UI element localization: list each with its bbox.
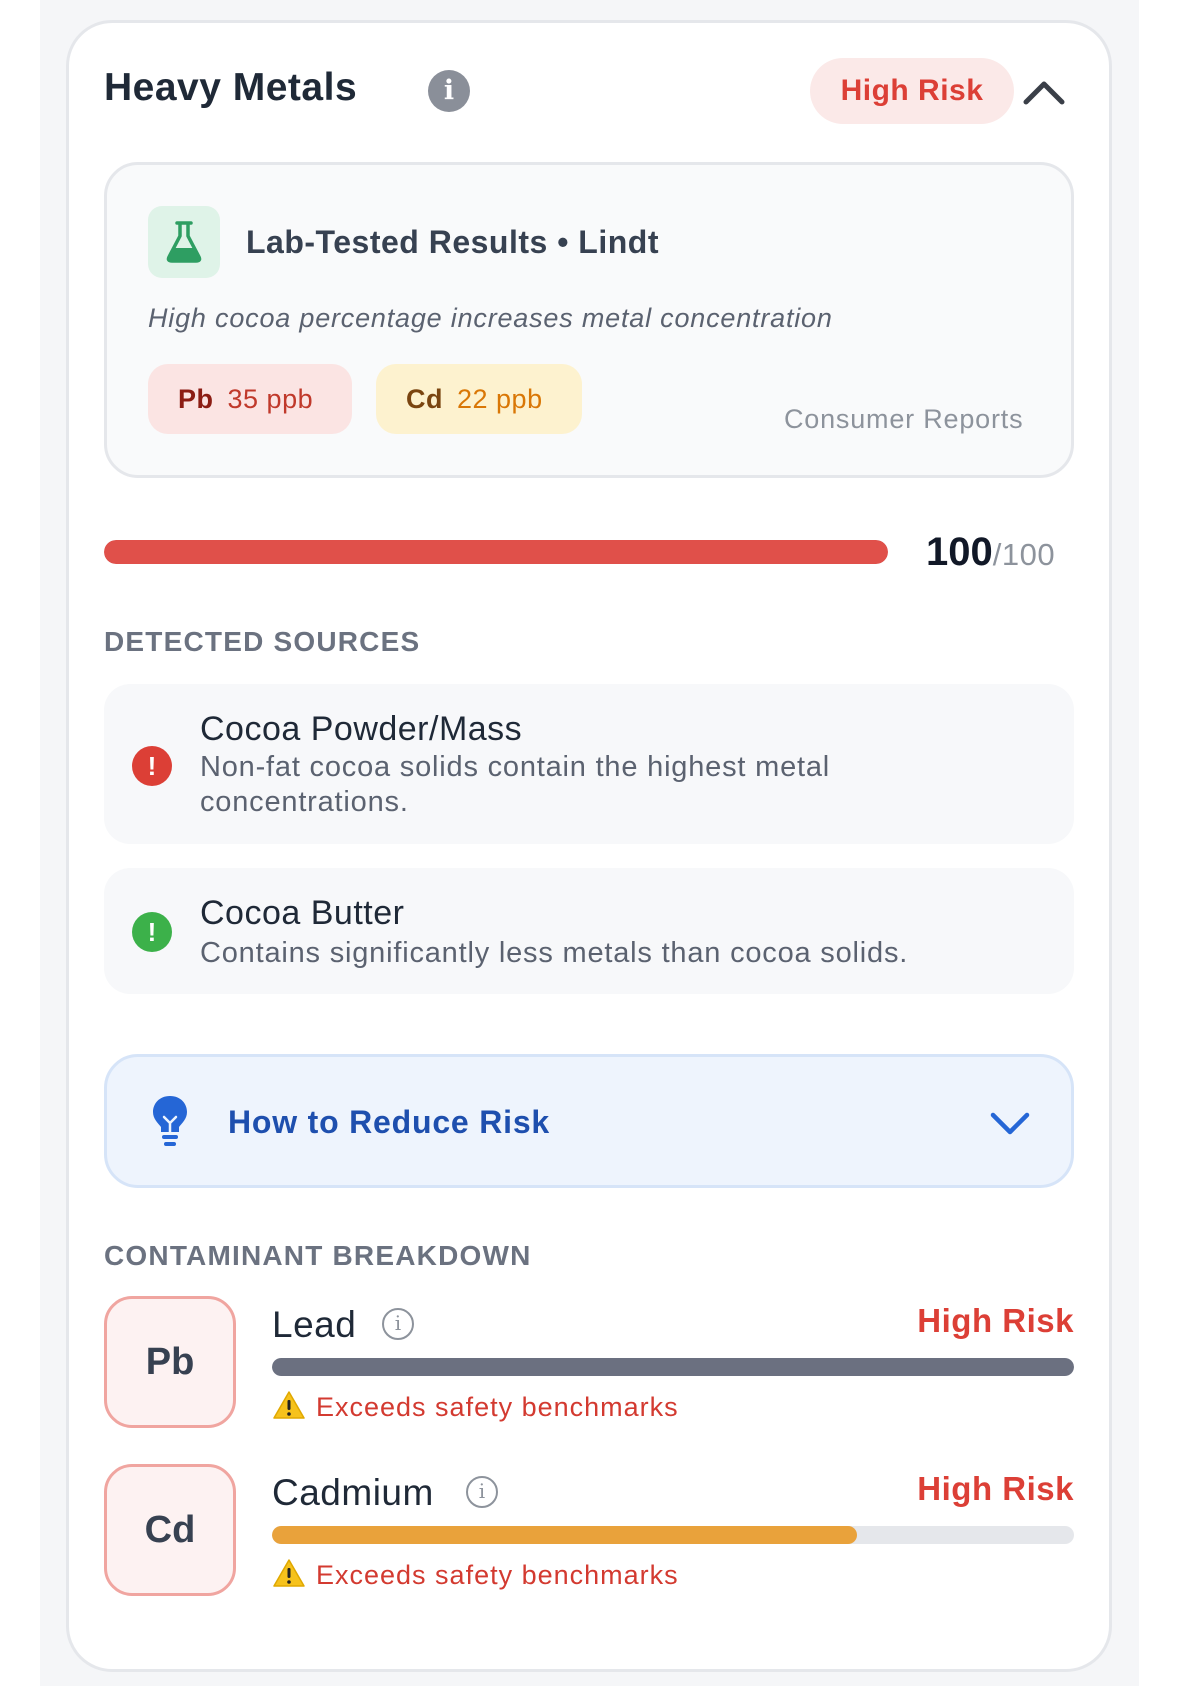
info-icon[interactable]: i	[466, 1476, 498, 1508]
warning-text: Exceeds safety benchmarks	[316, 1392, 679, 1422]
contaminant-name: Lead	[272, 1304, 357, 1345]
flask-icon	[148, 206, 220, 278]
source-name: Cocoa Powder/Mass	[200, 710, 523, 748]
contaminant-risk-label: High Risk	[917, 1302, 1074, 1339]
lightbulb-icon	[150, 1094, 190, 1153]
lab-note: High cocoa percentage increases metal co…	[148, 303, 833, 333]
ok-icon: !	[132, 912, 172, 952]
score-number: 100	[926, 530, 993, 574]
score-bar	[104, 540, 888, 564]
lab-title: Lab-Tested Results • Lindt	[246, 224, 659, 260]
alert-icon: !	[132, 746, 172, 786]
contaminant-risk-label: High Risk	[917, 1470, 1074, 1507]
source-description: Non-fat cocoa solids contain the highest…	[200, 751, 831, 818]
chip-value: 22 ppb	[457, 384, 543, 414]
chip-symbol: Pb	[178, 384, 214, 414]
info-icon[interactable]: i	[428, 70, 470, 112]
reduce-risk-label[interactable]: How to Reduce Risk	[228, 1104, 550, 1141]
risk-badge: High Risk	[810, 58, 1014, 124]
score-value: 100/100	[926, 530, 1055, 575]
metal-chip-cd: Cd 22 ppb	[376, 364, 582, 434]
source-description: Contains significantly less metals than …	[200, 937, 909, 969]
score-max: /100	[992, 537, 1056, 572]
metal-chip-pb: Pb 35 ppb	[148, 364, 352, 434]
section-title: Heavy Metals	[104, 66, 358, 109]
contaminant-warning: Exceeds safety benchmarks	[272, 1390, 679, 1427]
score-bar-fill	[104, 540, 888, 564]
contaminant-warning: Exceeds safety benchmarks	[272, 1558, 679, 1595]
contaminant-level-bar	[272, 1358, 1074, 1376]
chip-value: 35 ppb	[227, 384, 314, 414]
detected-sources-heading: DETECTED SOURCES	[104, 626, 421, 657]
contaminant-name: Cadmium	[272, 1472, 434, 1513]
chip-symbol: Cd	[406, 384, 443, 414]
chevron-up-icon[interactable]	[1020, 70, 1068, 114]
source-credit: Consumer Reports	[784, 404, 1024, 434]
contaminant-level-bar	[272, 1526, 1074, 1544]
warning-icon	[272, 1558, 306, 1595]
element-symbol-pb: Pb	[104, 1296, 236, 1428]
warning-text: Exceeds safety benchmarks	[316, 1560, 679, 1590]
contaminant-level-fill	[272, 1526, 858, 1544]
info-icon[interactable]: i	[382, 1308, 414, 1340]
chevron-down-icon[interactable]	[988, 1108, 1032, 1143]
element-symbol-cd: Cd	[104, 1464, 236, 1596]
contaminant-level-fill	[272, 1358, 1074, 1376]
contaminant-breakdown-heading: CONTAMINANT BREAKDOWN	[104, 1240, 532, 1271]
warning-icon	[272, 1390, 306, 1427]
source-name: Cocoa Butter	[200, 894, 405, 932]
